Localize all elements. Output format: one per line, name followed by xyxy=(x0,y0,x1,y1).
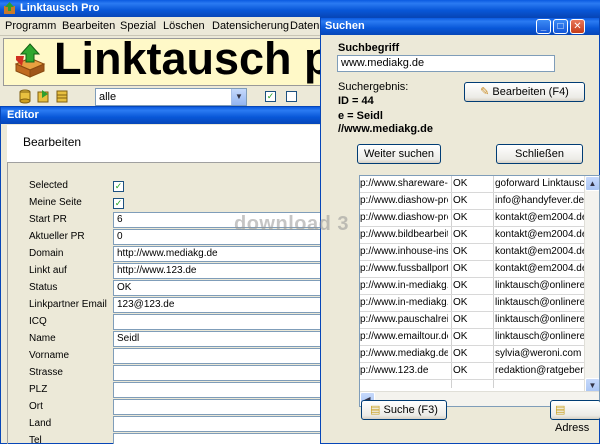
field-label-selected: Selected xyxy=(29,180,68,191)
menu-datensicherung[interactable]: Datensicherung xyxy=(212,20,289,32)
main-title: Linktausch Pro xyxy=(20,2,100,14)
editor-divider xyxy=(7,163,8,444)
weiter-suchen-button[interactable]: Weiter suchen xyxy=(357,144,441,164)
suchergebnis-label: Suchergebnis: xyxy=(338,81,409,93)
suche-button-label: Suche (F3) xyxy=(383,404,438,416)
menu-loeschen[interactable]: Löschen xyxy=(163,20,205,32)
domain-field[interactable]: http://www.mediakg.de xyxy=(113,246,327,262)
filter-select[interactable]: alle ▼ xyxy=(95,88,247,106)
bearbeiten-button[interactable]: ✎ Bearbeiten (F4) xyxy=(464,82,585,102)
filter-select-value: alle xyxy=(99,91,117,103)
table-row[interactable]: p://www.bildbearbeit OK kontakt@em2004.de xyxy=(360,227,586,244)
editor-title: Editor xyxy=(7,109,39,121)
field-label-linkt-auf: Linkt auf xyxy=(29,265,67,276)
adresse-button[interactable]: ▤ Adress xyxy=(550,400,600,434)
address-icon: ▤ xyxy=(555,404,566,416)
menu-programm[interactable]: Programm xyxy=(5,20,56,32)
maximize-button[interactable]: □ xyxy=(553,19,568,34)
table-row[interactable]: p://www.shareware-p OK goforward Linktausc… xyxy=(360,176,586,193)
field-label-vorname: Vorname xyxy=(29,350,70,361)
database-search-icon: ▤ xyxy=(370,404,381,416)
linkpartner-email-field[interactable]: 123@123.de xyxy=(113,297,327,313)
field-label-domain: Domain xyxy=(29,248,64,259)
field-label-linkpartner-email: Linkpartner Email xyxy=(29,299,107,310)
table-row[interactable]: p://www.diashow-pro OK kontakt@em2004.de xyxy=(360,210,586,227)
table-row[interactable]: p://www.emailtour.de OK linktausch@onliner… xyxy=(360,329,586,346)
selected-checkbox[interactable]: ✓ xyxy=(113,181,124,192)
field-label-status: Status xyxy=(29,282,58,293)
database-arrow-icon[interactable] xyxy=(36,89,51,104)
editor-window: Editor Bearbeiten Selected ✓ Meine Seite… xyxy=(0,106,360,444)
search-window: Suchen _ □ ✕ Suchbegriff www.mediakg.de … xyxy=(320,17,600,444)
search-title: Suchen xyxy=(325,20,365,32)
vorname-field[interactable] xyxy=(113,348,327,364)
toolbar-checkbox-1[interactable]: ✓ xyxy=(265,91,276,102)
field-label-plz: PLZ xyxy=(29,384,48,395)
table-row[interactable]: p://www.123.de OK redaktion@ratgeber1 xyxy=(360,363,586,380)
menu-bearbeiten[interactable]: Bearbeiten xyxy=(62,20,115,32)
adresse-button-label: Adress xyxy=(555,422,590,434)
land-field[interactable] xyxy=(113,416,327,432)
status-field[interactable]: OK xyxy=(113,280,327,296)
ort-field[interactable] xyxy=(113,399,327,415)
editor-heading: Bearbeiten xyxy=(23,135,82,149)
field-label-land: Land xyxy=(29,418,52,429)
app-icon xyxy=(4,2,15,14)
exchange-logo-icon xyxy=(14,43,46,78)
table-row[interactable]: p://www.fussballport OK kontakt@em2004.de xyxy=(360,261,586,278)
database-stack-icon[interactable] xyxy=(54,89,69,104)
field-label-aktueller-pr: Aktueller PR xyxy=(29,231,85,242)
table-row[interactable]: p://www.in-mediakg. OK linktausch@onlinere… xyxy=(360,278,586,295)
meine-seite-checkbox[interactable]: ✓ xyxy=(113,198,124,209)
search-title-bar[interactable]: Suchen _ □ ✕ xyxy=(321,18,599,35)
field-label-strasse: Strasse xyxy=(29,367,63,378)
schliessen-button[interactable]: Schließen xyxy=(496,144,583,164)
field-label-ort: Ort xyxy=(29,401,43,412)
table-row[interactable]: p://www.mediakg.de OK sylvia@weroni.com xyxy=(360,346,586,363)
edit-icon: ✎ xyxy=(480,86,490,98)
table-row[interactable]: p://www.diashow-pro OK info@handyfever.de xyxy=(360,193,586,210)
watermark: download 3 xyxy=(234,213,349,235)
table-row[interactable]: p://www.in-mediakg. OK linktausch@onlinere… xyxy=(360,295,586,312)
result-url: //www.mediakg.de xyxy=(338,123,433,135)
minimize-button[interactable]: _ xyxy=(536,19,551,34)
field-label-icq: ICQ xyxy=(29,316,47,327)
linkt-auf-field[interactable]: http://www.123.de xyxy=(113,263,327,279)
suchbegriff-input[interactable]: www.mediakg.de xyxy=(337,55,555,72)
banner-title: Linktausch pr xyxy=(54,38,350,84)
database-icon[interactable] xyxy=(18,89,33,104)
plz-field[interactable] xyxy=(113,382,327,398)
suche-button[interactable]: ▤ Suche (F3) xyxy=(361,400,447,420)
field-label-meine-seite: Meine Seite xyxy=(29,197,82,208)
editor-title-bar[interactable]: Editor xyxy=(1,107,359,124)
results-list[interactable]: p://www.shareware-p OK goforward Linktausc… xyxy=(359,175,600,407)
name-field[interactable]: Seidl xyxy=(113,331,327,347)
chevron-down-icon[interactable]: ▼ xyxy=(231,89,246,105)
icq-field[interactable] xyxy=(113,314,327,330)
field-label-start-pr: Start PR xyxy=(29,214,67,225)
table-row[interactable]: p://www.inhouse-insp OK kontakt@em2004.de xyxy=(360,244,586,261)
menu-spezial[interactable]: Spezial xyxy=(120,20,156,32)
scroll-up-icon[interactable]: ▲ xyxy=(585,176,599,191)
editor-header: Bearbeiten xyxy=(7,125,357,163)
table-row[interactable]: p://www.pauschalrei OK linktausch@onlinere… xyxy=(360,312,586,329)
vertical-scrollbar[interactable]: ▲ ▼ xyxy=(584,176,599,393)
tel-field[interactable] xyxy=(113,433,327,444)
field-label-name: Name xyxy=(29,333,56,344)
field-label-tel: Tel xyxy=(29,435,42,444)
result-name: e = Seidl xyxy=(338,110,383,122)
suchbegriff-label: Suchbegriff xyxy=(338,42,400,54)
bearbeiten-button-label: Bearbeiten (F4) xyxy=(492,86,569,98)
strasse-field[interactable] xyxy=(113,365,327,381)
result-id: ID = 44 xyxy=(338,95,374,107)
close-button[interactable]: ✕ xyxy=(570,19,585,34)
main-title-bar[interactable]: Linktausch Pro xyxy=(0,0,600,17)
toolbar-checkbox-2[interactable]: ✓ xyxy=(286,91,297,102)
